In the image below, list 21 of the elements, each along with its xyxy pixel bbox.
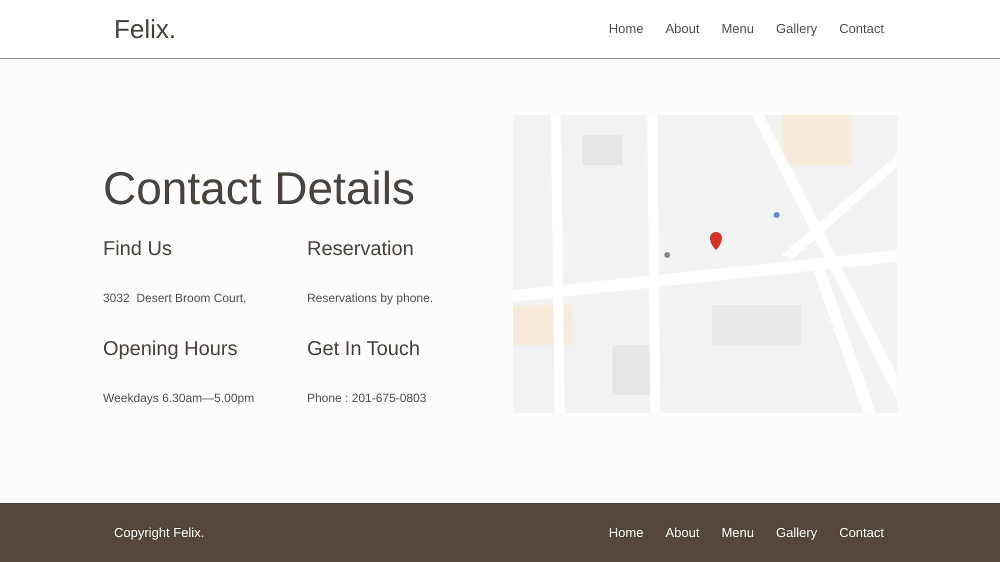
section-text: 3032 Desert Broom Court, <box>103 290 248 307</box>
section-heading: Opening Hours <box>103 339 239 359</box>
footer-link[interactable]: Menu <box>721 522 754 542</box>
nav-link[interactable]: Contact <box>839 19 884 39</box>
copyright-text: Copyright Felix. <box>114 524 204 542</box>
nav-link[interactable]: Home <box>608 19 644 39</box>
footer-link[interactable]: Gallery <box>776 522 818 542</box>
section-heading: Reservation <box>307 239 415 259</box>
section-heading: Find Us <box>103 239 173 259</box>
section-text: Phone : 201-675-0803 <box>307 390 428 407</box>
section-heading: Get In Touch <box>307 339 422 359</box>
footer-link[interactable]: Contact <box>839 522 884 542</box>
nav-link[interactable]: About <box>665 19 700 39</box>
page-title: Contact Details <box>103 165 416 211</box>
nav-link[interactable]: Gallery <box>776 19 818 39</box>
nav-link[interactable]: Menu <box>721 19 754 39</box>
logo[interactable]: Felix. <box>114 10 176 48</box>
section-text: Weekdays 6.30am—5.00pm <box>103 390 256 407</box>
section-text: Reservations by phone. <box>307 290 434 307</box>
footer-link[interactable]: Home <box>608 522 644 542</box>
footer-link[interactable]: About <box>665 522 700 542</box>
